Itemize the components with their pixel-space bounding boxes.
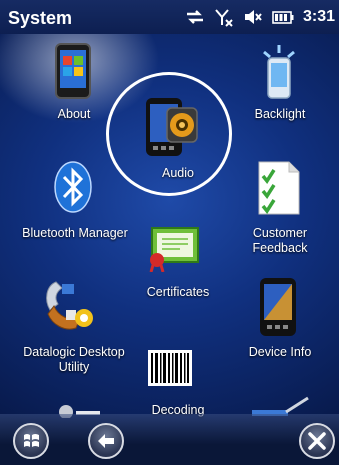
page-title: System (8, 8, 73, 28)
sync-arrows-icon[interactable] (185, 8, 205, 26)
tile-label-customer-feedback: Customer Feedback (252, 226, 308, 255)
bluetooth-icon (54, 161, 92, 213)
start-button[interactable] (13, 423, 49, 459)
windows-phone-icon (55, 43, 91, 99)
status-bar: System 3:31 (0, 0, 339, 34)
backlight-phone-icon (263, 45, 295, 99)
battery-icon[interactable] (272, 9, 294, 25)
speaker-muted-icon[interactable] (243, 8, 263, 26)
windows-logo-icon (24, 434, 39, 447)
back-arrow-icon (98, 434, 114, 448)
barcode-icon (148, 350, 192, 386)
certificate-icon (149, 227, 199, 272)
tile-label-bluetooth-manager: Bluetooth Manager (22, 226, 128, 240)
bottom-bar (0, 414, 339, 465)
back-button[interactable] (88, 423, 124, 459)
no-signal-icon[interactable] (214, 7, 234, 27)
tile-label-audio: Audio (162, 166, 194, 180)
checklist-document-icon (258, 161, 300, 215)
tile-label-datalogic-desktop-utility: Datalogic Desktop Utility (23, 345, 125, 374)
device-info-icon (260, 278, 296, 336)
clock: 3:31 (302, 8, 335, 25)
tile-label-device-info: Device Info (248, 345, 312, 359)
speaker-device-icon (146, 98, 198, 156)
close-icon (308, 432, 326, 450)
system-settings-screen: System 3:31 About Backlight Audio Blueto… (0, 0, 339, 465)
close-button[interactable] (299, 423, 335, 459)
tile-label-certificates: Certificates (146, 285, 210, 299)
datalogic-utility-icon (46, 281, 93, 330)
